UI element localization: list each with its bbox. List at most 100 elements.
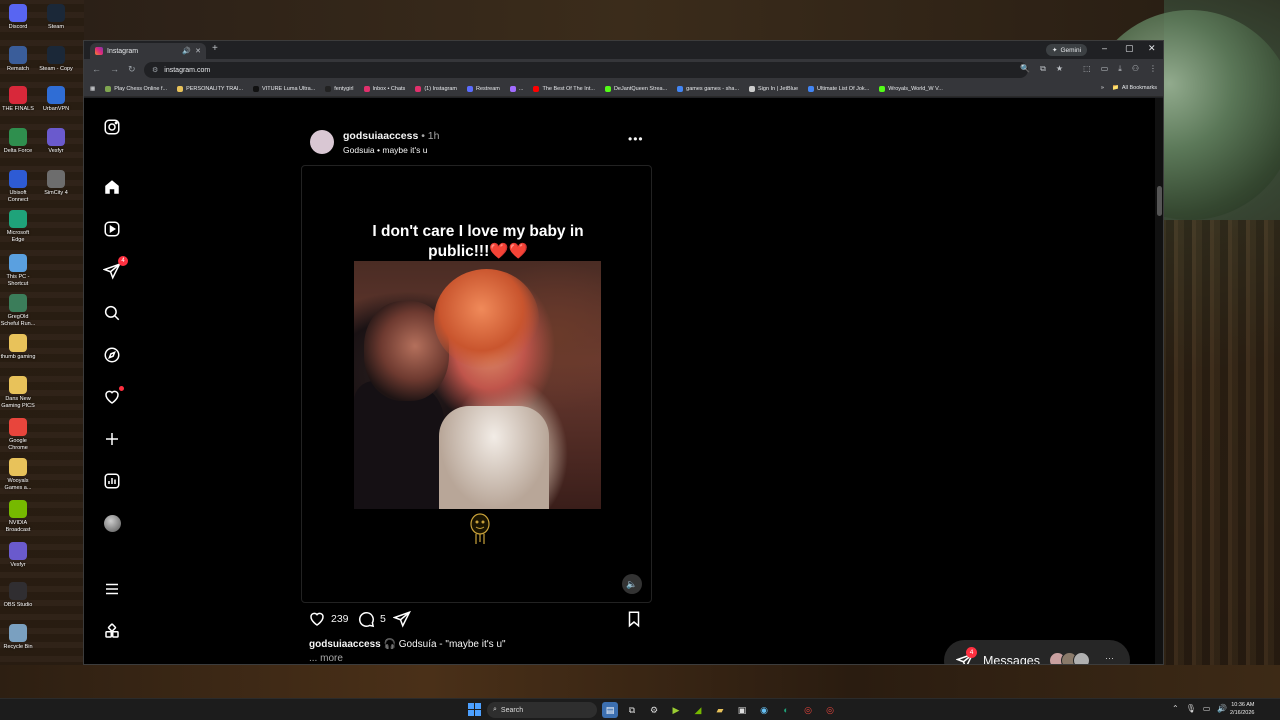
desktop-icon[interactable]: Microsoft Edge — [0, 210, 36, 243]
edge-taskbar-icon[interactable]: ◐ — [778, 702, 794, 718]
media-player-icon[interactable]: ▶ — [668, 702, 684, 718]
bookmark-item[interactable]: DeJantQueen Strea... — [604, 85, 667, 92]
file-explorer-icon[interactable]: ▰ — [712, 702, 728, 718]
install-icon[interactable]: ⧉ — [1040, 64, 1046, 74]
desktop-icon[interactable]: THE FINALS — [0, 86, 36, 113]
bookmark-item[interactable]: fentygirl — [325, 85, 354, 92]
extensions-icon[interactable]: ⬚ — [1083, 64, 1091, 74]
desktop-icon[interactable]: Delta Force — [0, 128, 36, 155]
desktop-icon[interactable]: Recycle Bin — [0, 624, 36, 651]
taskbar-clock[interactable]: 10:36 AM 2/16/2026 — [1230, 701, 1254, 717]
post-author-avatar[interactable] — [310, 130, 334, 154]
save-button[interactable] — [625, 610, 643, 628]
profile-icon[interactable]: ⚇ — [1132, 64, 1139, 74]
desktop-icon[interactable]: This PC - Shortcut — [0, 254, 36, 287]
maximize-icon[interactable]: ▢ — [1125, 43, 1134, 54]
scrollbar-thumb[interactable] — [1157, 186, 1162, 216]
tray-chevron-icon[interactable]: ⌃ — [1172, 704, 1179, 713]
bookmark-item[interactable]: Wroyals_World_W V... — [879, 85, 943, 92]
settings-icon[interactable]: ⚙ — [646, 702, 662, 718]
task-view-icon[interactable]: ⧉ — [624, 702, 640, 718]
bookmark-item[interactable]: Ultimate List Of Jok... — [808, 85, 869, 92]
store-icon[interactable]: ▣ — [734, 702, 750, 718]
bookmark-item[interactable]: PERSONALITY TRAI... — [177, 85, 243, 92]
desktop-icon[interactable]: Steam - Copy — [38, 46, 74, 73]
dashboard-icon[interactable] — [101, 470, 123, 492]
desktop-icon[interactable]: Wooyals Games a... — [0, 458, 36, 491]
address-bar[interactable]: ⚙ instagram.com — [144, 62, 1028, 78]
post-options-icon[interactable]: ••• — [628, 132, 644, 146]
tab-instagram[interactable]: Instagram 🔊 ✕ — [90, 43, 206, 59]
desktop-icon[interactable]: Steam — [38, 4, 74, 31]
home-icon[interactable] — [101, 176, 123, 198]
caption-username[interactable]: godsuiaaccess — [309, 639, 381, 650]
desktop-icon[interactable]: UrbanVPN — [38, 86, 74, 113]
bookmarks-overflow-icon[interactable]: » — [1101, 85, 1104, 91]
gemini-button[interactable]: ✦ Gemini — [1046, 44, 1088, 56]
explore-icon[interactable] — [101, 344, 123, 366]
menu-icon[interactable]: ⋮ — [1149, 64, 1157, 74]
bookmark-item[interactable]: (1) Instagram — [415, 85, 457, 92]
page-scrollbar[interactable] — [1155, 98, 1163, 664]
bookmark-item[interactable]: games games - sha... — [677, 85, 739, 92]
desktop-icon[interactable]: GregOld Scheful Run... — [0, 294, 36, 327]
profile-avatar[interactable] — [101, 512, 123, 534]
desktop-icon[interactable]: Dans New Gaming PICS — [0, 376, 36, 409]
search-icon[interactable] — [101, 302, 123, 324]
new-tab-button[interactable]: + — [212, 43, 218, 54]
bookmark-star-icon[interactable]: ★ — [1056, 64, 1063, 74]
bookmark-item[interactable]: Inbox • Chats — [363, 85, 405, 92]
desktop-icon[interactable]: Vesfyr — [0, 542, 36, 569]
mute-toggle-icon[interactable]: 🔈 — [622, 574, 642, 594]
desktop-icon[interactable]: OBS Studio — [0, 582, 36, 609]
zoom-icon[interactable]: 🔍 — [1020, 64, 1030, 74]
reels-icon[interactable] — [101, 218, 123, 240]
steam-taskbar-icon[interactable]: ◉ — [756, 702, 772, 718]
post-audio-link[interactable]: Godsuia • maybe it's u — [343, 145, 427, 155]
forward-icon[interactable]: → — [110, 64, 119, 74]
desktop-icon[interactable]: Vesfyr — [38, 128, 74, 155]
reel-video[interactable]: I don't care I love my baby in public!!!… — [301, 165, 652, 603]
all-bookmarks[interactable]: 📁 All Bookmarks — [1112, 85, 1157, 91]
microphone-icon[interactable]: 🎙 — [1186, 704, 1196, 713]
instagram-logo-icon[interactable] — [101, 116, 123, 138]
volume-icon[interactable]: 🔊 — [1217, 704, 1227, 713]
caption-more-link[interactable]: ... more — [309, 653, 343, 664]
desktop-icon[interactable]: Google Chrome — [0, 418, 36, 451]
comment-button[interactable]: 5 — [357, 610, 386, 628]
back-icon[interactable]: ← — [92, 64, 101, 74]
nvidia-app-icon[interactable]: ◢ — [690, 702, 706, 718]
bookmark-item[interactable]: ... — [509, 85, 523, 92]
close-window-icon[interactable]: ✕ — [1148, 43, 1156, 54]
desktop-icon[interactable]: Discord — [0, 4, 36, 31]
chrome-taskbar-icon[interactable]: ◎ — [800, 702, 816, 718]
desktop-icon[interactable]: Rematch — [0, 46, 36, 73]
also-from-meta-icon[interactable] — [101, 620, 123, 642]
download-icon[interactable]: ⤓ — [1118, 64, 1122, 74]
chrome-active-icon[interactable]: ◎ — [822, 702, 838, 718]
flag-widget-icon[interactable]: ▤ — [602, 702, 618, 718]
direct-messages-icon[interactable]: 4 — [101, 256, 128, 282]
desktop-icon[interactable]: thumb gaming — [0, 334, 36, 361]
minimize-icon[interactable]: – — [1102, 43, 1107, 53]
like-button[interactable]: 239 — [308, 610, 349, 628]
bookmark-item[interactable]: Restream — [467, 85, 500, 92]
network-icon[interactable]: ▭ — [1203, 704, 1211, 713]
desktop-icon[interactable]: SimCity 4 — [38, 170, 74, 197]
apps-icon[interactable]: ▦ — [90, 86, 95, 92]
share-button[interactable] — [393, 610, 411, 628]
post-username[interactable]: godsuiaaccess — [343, 130, 418, 142]
bookmark-item[interactable]: The Best Of The Int... — [533, 85, 595, 92]
bookmark-item[interactable]: Play Chess Online f... — [105, 85, 167, 92]
more-menu-icon[interactable] — [101, 578, 123, 600]
tab-close-icon[interactable]: ✕ — [195, 47, 201, 55]
notifications-heart-icon[interactable] — [101, 386, 124, 408]
desktop-icon[interactable]: NVIDIA Broadcast — [0, 500, 36, 533]
create-plus-icon[interactable] — [101, 428, 123, 450]
reload-icon[interactable]: ↻ — [128, 64, 136, 75]
bookmark-item[interactable]: VITURE Luma Ultra... — [253, 85, 315, 92]
site-info-icon[interactable]: ⚙ — [152, 66, 158, 74]
messages-drawer-button[interactable]: 4 Messages ··· — [944, 640, 1130, 664]
tab-audio-icon[interactable]: 🔊 — [182, 47, 191, 55]
start-button[interactable] — [468, 703, 481, 716]
